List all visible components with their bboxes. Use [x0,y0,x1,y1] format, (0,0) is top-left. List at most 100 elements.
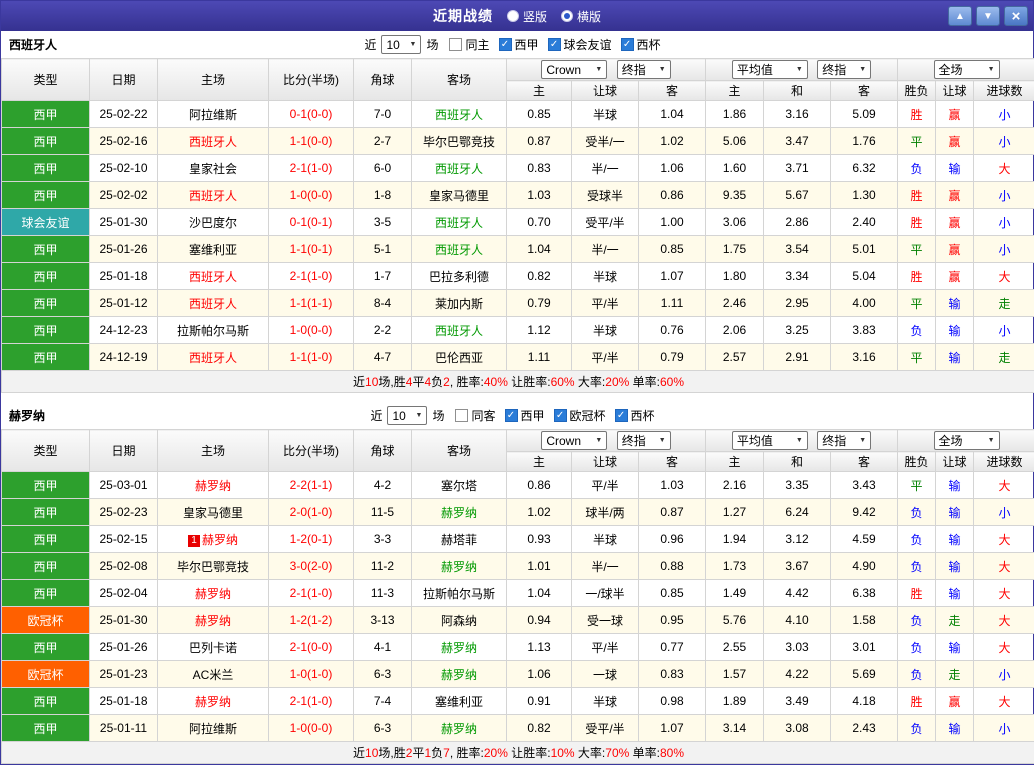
result-cell: 平 [898,236,936,263]
team-name-text: 西班牙人 [435,243,483,257]
euro-away-odds-cell: 3.43 [831,472,898,499]
filter-checkbox-group: 同客 ✓西甲 ✓欧冠杯 ✓西杯 [455,407,663,424]
col-header-score: 比分(半场) [269,59,354,101]
team-name-text: 拉斯帕尔马斯 [423,587,495,601]
checked-checkbox-icon: ✓ [548,38,561,51]
handicap-result-cell: 输 [936,634,974,661]
team-name-text: 毕尔巴鄂竞技 [177,560,249,574]
result-cell: 胜 [898,688,936,715]
euro-final-select[interactable]: 终指▼ [817,431,871,450]
asian-home-odds-cell: 1.04 [507,580,572,607]
match-type-cell: 西甲 [2,472,90,499]
euro-draw-odds-cell: 5.67 [764,182,831,209]
match-date-cell: 25-01-30 [90,209,158,236]
result-cell: 胜 [898,209,936,236]
section-filterbar: 西班牙人 近 10 ▼ 场 同主✓西甲✓球会友谊✓西杯 [1,31,1033,58]
asian-final-select-value: 终指 [622,61,646,78]
handicap-cell: 半球 [572,688,639,715]
goals-result-cell: 大 [974,526,1034,553]
asian-away-odds-cell: 0.76 [639,317,706,344]
euro-avg-select-value: 平均值 [737,61,773,78]
chevron-down-icon: ▼ [659,437,666,444]
recent-count-select[interactable]: 10 ▼ [381,35,421,54]
home-team-cell: 皇家马德里 [158,499,269,526]
filter-checkbox[interactable]: 同客 [455,407,495,424]
match-type-cell: 西甲 [2,553,90,580]
handicap-cell: 一球 [572,661,639,688]
filter-checkbox-label: 球会友谊 [564,36,612,53]
match-row: 西甲25-03-01赫罗纳2-2(1-1)4-2塞尔塔0.86平/半1.032.… [2,472,1034,499]
col-header-euro-home: 主 [706,81,764,101]
match-row: 西甲25-01-18西班牙人2-1(1-0)1-7巴拉多利德0.82半球1.07… [2,263,1034,290]
filter-checkbox[interactable]: ✓西杯 [621,36,661,53]
handicap-cell: 受一球 [572,607,639,634]
asian-home-odds-cell: 1.01 [507,553,572,580]
away-team-cell: 巴伦西亚 [412,344,507,371]
move-down-button[interactable]: ▼ [976,6,1000,26]
filter-checkbox-group: 同主 ✓西甲 ✓球会友谊 ✓西杯 [449,36,669,53]
scope-select-value: 全场 [939,432,963,449]
handicap-result-cell: 输 [936,290,974,317]
handicap-result-cell: 赢 [936,236,974,263]
match-row: 欧冠杯25-01-23AC米兰1-0(1-0)6-3赫罗纳1.06一球0.831… [2,661,1034,688]
euro-avg-select[interactable]: 平均值▼ [732,60,808,79]
asian-away-odds-cell: 1.04 [639,101,706,128]
bookmaker-select[interactable]: Crown▼ [541,431,607,450]
match-type-cell: 西甲 [2,580,90,607]
recent-count-select[interactable]: 10 ▼ [387,406,427,425]
goals-result-cell: 小 [974,182,1034,209]
match-row: 球会友谊25-01-30沙巴度尔0-1(0-1)3-5西班牙人0.70受平/半1… [2,209,1034,236]
handicap-cell: 受平/半 [572,715,639,742]
goals-result-cell: 小 [974,209,1034,236]
filter-checkbox[interactable]: ✓西杯 [615,407,655,424]
goals-result-cell: 大 [974,553,1034,580]
asian-final-select[interactable]: 终指▼ [617,60,671,79]
section-team-name: 西班牙人 [9,36,57,53]
scope-select[interactable]: 全场▼ [934,60,1000,79]
score-cell: 1-0(0-0) [269,715,354,742]
filter-checkbox[interactable]: 同主 [449,36,489,53]
col-header-date: 日期 [90,430,158,472]
euro-avg-select[interactable]: 平均值▼ [732,431,808,450]
scope-select-value: 全场 [939,61,963,78]
summary-part: 20% [605,375,629,389]
radio-icon [561,10,573,22]
match-date-cell: 24-12-23 [90,317,158,344]
euro-final-select[interactable]: 终指▼ [817,60,871,79]
scope-select[interactable]: 全场▼ [934,431,1000,450]
filter-controls: 近 10 ▼ 场 同主✓西甲✓球会友谊✓西杯 [364,35,669,54]
away-team-cell: 拉斯帕尔马斯 [412,580,507,607]
summary-cell: 近10场,胜2平1负7, 胜率:20% 让胜率:10% 大率:70% 单率:80… [2,742,1034,764]
results-group-header: 全场▼ [898,430,1034,452]
match-date-cell: 25-02-16 [90,128,158,155]
radio-icon [507,10,519,22]
bookmaker-select[interactable]: Crown▼ [541,60,607,79]
filter-checkbox[interactable]: ✓西甲 [499,36,539,53]
summary-part: 让胜率: [508,746,551,760]
euro-home-odds-cell: 2.46 [706,290,764,317]
score-cell: 1-2(1-2) [269,607,354,634]
goals-result-cell: 大 [974,634,1034,661]
match-date-cell: 25-02-08 [90,553,158,580]
asian-final-select[interactable]: 终指▼ [617,431,671,450]
filter-checkbox[interactable]: ✓球会友谊 [548,36,612,53]
move-up-button[interactable]: ▲ [948,6,972,26]
match-row: 西甲25-01-26塞维利亚1-1(0-1)5-1西班牙人1.04半/一0.85… [2,236,1034,263]
col-header-asian-home: 主 [507,81,572,101]
euro-away-odds-cell: 2.40 [831,209,898,236]
asian-home-odds-cell: 1.13 [507,634,572,661]
euro-odds-header: 平均值▼ 终指▼ [706,59,898,81]
close-button[interactable]: × [1004,6,1028,26]
match-row: 西甲25-02-151赫罗纳1-2(0-1)3-3赫塔菲0.93半球0.961.… [2,526,1034,553]
euro-home-odds-cell: 1.80 [706,263,764,290]
layout-radio-horizontal[interactable]: 横版 [561,8,601,25]
filter-checkbox[interactable]: ✓欧冠杯 [554,407,606,424]
asian-home-odds-cell: 1.03 [507,182,572,209]
euro-away-odds-cell: 6.32 [831,155,898,182]
sections-container: 西班牙人 近 10 ▼ 场 同主✓西甲✓球会友谊✓西杯 类型 日期 主场 [1,31,1033,764]
match-type-cell: 球会友谊 [2,209,90,236]
layout-radio-vertical[interactable]: 竖版 [507,8,547,25]
handicap-cell: 受球半 [572,182,639,209]
asian-away-odds-cell: 1.03 [639,472,706,499]
filter-checkbox[interactable]: ✓西甲 [505,407,545,424]
